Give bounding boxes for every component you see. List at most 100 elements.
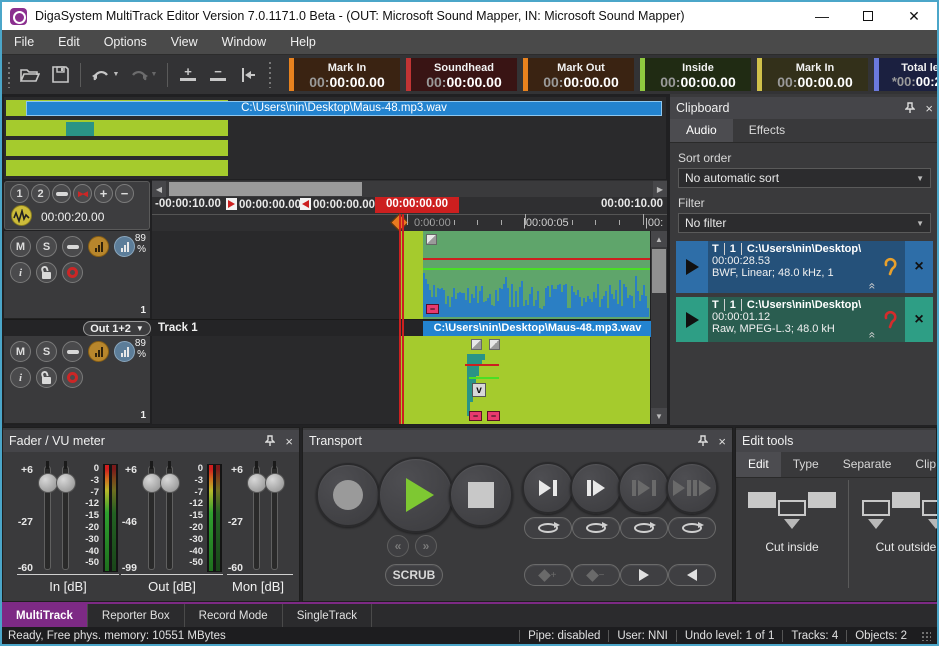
tab-audio[interactable]: Audio [670, 119, 733, 142]
track2-record-arm-button[interactable] [62, 367, 83, 388]
track1-mute-button[interactable]: M [10, 236, 31, 257]
track1-clip[interactable]: − [423, 231, 650, 319]
fader-knob[interactable] [56, 473, 76, 493]
track1-meter-orange-button[interactable] [88, 236, 109, 257]
mon-right-fader[interactable] [271, 466, 278, 570]
play-from-mark-button[interactable] [570, 462, 622, 514]
track2-clip[interactable]: v − − [401, 336, 650, 424]
track1-info-button[interactable]: i [10, 262, 31, 283]
pin-icon[interactable] [905, 102, 915, 114]
toolbar-grip[interactable] [267, 62, 272, 88]
listen-button[interactable] [877, 297, 905, 342]
add-marker-button[interactable]: + [524, 564, 572, 586]
scroll-left-arrow[interactable]: ◀ [152, 181, 166, 197]
cut-outside-tool[interactable]: Cut outside [854, 490, 939, 554]
timeline-zoom-in-button[interactable]: + [94, 184, 113, 203]
fader-knob[interactable] [265, 473, 285, 493]
undo-button[interactable]: ▼ [86, 61, 124, 89]
track2-meter-blue-button[interactable] [114, 341, 135, 362]
clipboard-item[interactable]: T1C:\Users\nin\Desktop\ 00:00:01.12 Raw,… [676, 297, 933, 342]
fade-handle[interactable] [489, 339, 500, 350]
zoom-out-button[interactable]: − [203, 61, 233, 89]
track1-lock-button[interactable] [36, 262, 57, 283]
track2-mute-button[interactable]: M [10, 341, 31, 362]
track2-info-button[interactable]: i [10, 367, 31, 388]
track1-meter-blue-button[interactable] [114, 236, 135, 257]
fader-knob[interactable] [160, 473, 180, 493]
menu-file[interactable]: File [2, 31, 46, 53]
tab-multitrack[interactable]: MultiTrack [2, 604, 88, 627]
scrub-button[interactable]: SCRUB [385, 564, 443, 586]
pan-envelope-line[interactable] [423, 268, 650, 270]
menu-edit[interactable]: Edit [46, 31, 92, 53]
fade-handle[interactable] [426, 234, 437, 245]
gain-handle[interactable]: − [469, 411, 482, 421]
output-routing-dropdown[interactable]: Out 1+2▼ [83, 321, 151, 336]
waveform-display-button[interactable] [11, 205, 32, 226]
zoom-preset-1-button[interactable]: 1 [10, 184, 29, 203]
loop-button-1[interactable] [524, 517, 572, 539]
prev-marker-button[interactable] [668, 564, 716, 586]
toolbar-grip[interactable] [6, 62, 11, 88]
play-to-mark-button[interactable] [522, 462, 574, 514]
gain-handle[interactable]: − [487, 411, 500, 421]
step-back-button[interactable]: « [387, 535, 409, 557]
horizontal-scroll-thumb[interactable] [169, 182, 362, 196]
track1-clip-left-edge[interactable] [401, 231, 423, 319]
fader-knob[interactable] [38, 473, 58, 493]
scroll-down-arrow[interactable]: ▼ [651, 408, 667, 424]
volume-envelope-line[interactable] [423, 258, 650, 260]
track2-meter-orange-button[interactable] [88, 341, 109, 362]
play-button[interactable] [676, 241, 708, 293]
tab-effects[interactable]: Effects [733, 119, 801, 142]
tab-record-mode[interactable]: Record Mode [185, 604, 283, 627]
sort-order-dropdown[interactable]: No automatic sort▼ [678, 168, 931, 188]
pin-icon[interactable] [698, 435, 708, 447]
loop-button-2[interactable] [572, 517, 620, 539]
time-ruler[interactable]: 0:00:00 |00:00:05 |00: [152, 214, 667, 231]
fader-knob[interactable] [142, 473, 162, 493]
cut-inside-tool[interactable]: Cut inside [740, 490, 844, 554]
record-button[interactable] [316, 463, 380, 527]
clipboard-item[interactable]: T1C:\Users\nin\Desktop\ 00:00:28.53 BWF,… [676, 241, 933, 293]
close-button[interactable]: ✕ [891, 2, 937, 30]
fader-knob[interactable] [247, 473, 267, 493]
minimize-button[interactable]: — [799, 2, 845, 30]
collapse-button[interactable] [52, 184, 71, 203]
scroll-up-arrow[interactable]: ▲ [651, 231, 667, 247]
loop-button-3[interactable] [620, 517, 668, 539]
track2-solo-button[interactable]: S [36, 341, 57, 362]
redo-button[interactable]: ▼ [124, 61, 162, 89]
tab-clip-insert[interactable]: Clip & In [903, 452, 939, 477]
clip-title-bar[interactable]: C:\Users\nin\Desktop\Maus-48.mp3.wav [423, 321, 652, 337]
open-button[interactable] [15, 61, 45, 89]
track2-collapse-button[interactable] [62, 341, 83, 362]
menu-window[interactable]: Window [210, 31, 278, 53]
play-skip-button[interactable] [666, 462, 718, 514]
snap-to-marker-button[interactable] [233, 61, 263, 89]
tab-type[interactable]: Type [781, 452, 831, 477]
zoom-in-button[interactable]: + [173, 61, 203, 89]
in-right-fader[interactable] [62, 466, 69, 570]
gain-handle[interactable]: − [426, 304, 439, 314]
volume-point-badge[interactable]: v [472, 383, 486, 397]
filter-dropdown[interactable]: No filter▼ [678, 213, 931, 233]
in-left-fader[interactable] [44, 466, 51, 570]
track1-record-arm-button[interactable] [62, 262, 83, 283]
track1-solo-button[interactable]: S [36, 236, 57, 257]
track1-name-label[interactable]: Track 1 [158, 322, 198, 334]
fade-handle[interactable] [471, 339, 482, 350]
stop-button[interactable] [449, 463, 513, 527]
play-between-marks-button[interactable] [618, 462, 670, 514]
scroll-right-arrow[interactable]: ▶ [653, 181, 667, 197]
remove-item-button[interactable]: × [905, 241, 933, 293]
out-left-fader[interactable] [148, 466, 155, 570]
vertical-scrollbar[interactable]: ▲ ▼ [651, 231, 667, 424]
pin-icon[interactable] [265, 435, 275, 447]
mon-left-fader[interactable] [253, 466, 260, 570]
remove-marker-button[interactable]: − [572, 564, 620, 586]
undo-dropdown-arrow[interactable]: ▼ [113, 71, 120, 78]
tab-edit[interactable]: Edit [736, 452, 781, 477]
volume-envelope-line[interactable] [465, 364, 499, 366]
collapse-chevron-icon[interactable]: « [866, 283, 877, 288]
